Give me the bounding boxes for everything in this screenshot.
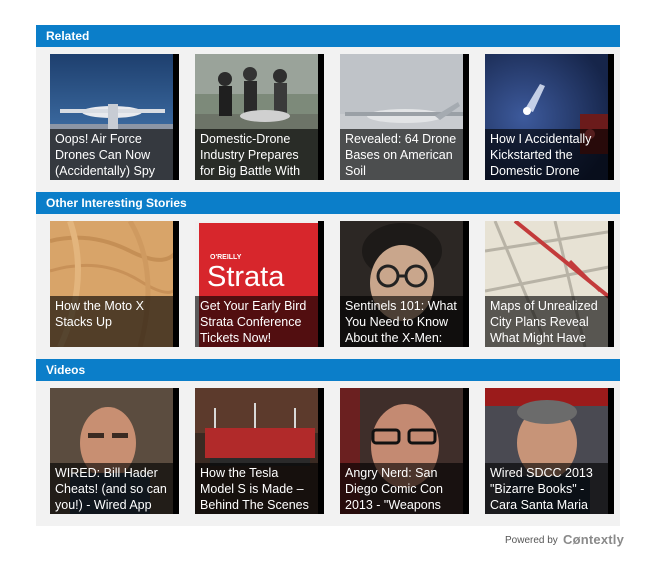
- card-caption: Get Your Early Bird Strata Conference Ti…: [195, 296, 318, 347]
- card-caption: How the Moto X Stacks Up: [50, 296, 173, 347]
- video-card[interactable]: How the Tesla Model S is Made – Behind T…: [195, 388, 324, 514]
- card-caption: Oops! Air Force Drones Can Now (Accident…: [50, 129, 173, 180]
- card-caption: How I Accidentally Kickstarted the Domes…: [485, 129, 608, 180]
- card-edge: [463, 54, 469, 180]
- card-caption: Angry Nerd: San Diego Comic Con 2013 - "…: [340, 463, 463, 514]
- section-title: Other Interesting Stories: [46, 196, 187, 210]
- story-card[interactable]: Revealed: 64 Drone Bases on American Soi…: [340, 54, 469, 180]
- strata-wordmark: Strata: [207, 261, 285, 293]
- card-edge: [463, 388, 469, 514]
- card-caption: Sentinels 101: What You Need to Know Abo…: [340, 296, 463, 347]
- strata-brand: O'REILLY: [210, 254, 242, 261]
- card-edge: [318, 221, 324, 347]
- story-card[interactable]: Maps of Unrealized City Plans Reveal Wha…: [485, 221, 614, 347]
- story-card[interactable]: Oops! Air Force Drones Can Now (Accident…: [50, 54, 179, 180]
- section-header-videos: Videos: [36, 359, 620, 381]
- card-edge: [608, 54, 614, 180]
- section-header-related: Related: [36, 25, 620, 47]
- card-edge: [173, 388, 179, 514]
- card-caption: Maps of Unrealized City Plans Reveal Wha…: [485, 296, 608, 347]
- story-card[interactable]: Domestic-Drone Industry Prepares for Big…: [195, 54, 324, 180]
- contextly-logo[interactable]: Cøntextly: [563, 532, 624, 547]
- video-card[interactable]: Wired SDCC 2013 "Bizarre Books" - Cara S…: [485, 388, 614, 514]
- video-card[interactable]: WIRED: Bill Hader Cheats! (and so can yo…: [50, 388, 179, 514]
- card-caption: Revealed: 64 Drone Bases on American Soi…: [340, 129, 463, 180]
- section-header-other-stories: Other Interesting Stories: [36, 192, 620, 214]
- card-edge: [463, 221, 469, 347]
- card-edge: [173, 54, 179, 180]
- video-card[interactable]: Angry Nerd: San Diego Comic Con 2013 - "…: [340, 388, 469, 514]
- card-caption: Domestic-Drone Industry Prepares for Big…: [195, 129, 318, 180]
- card-edge: [318, 54, 324, 180]
- card-caption: How the Tesla Model S is Made – Behind T…: [195, 463, 318, 514]
- story-card[interactable]: Sentinels 101: What You Need to Know Abo…: [340, 221, 469, 347]
- card-edge: [318, 388, 324, 514]
- story-card[interactable]: How the Moto X Stacks Up: [50, 221, 179, 347]
- card-caption: Wired SDCC 2013 "Bizarre Books" - Cara S…: [485, 463, 608, 514]
- card-edge: [608, 221, 614, 347]
- card-edge: [173, 221, 179, 347]
- story-card[interactable]: How I Accidentally Kickstarted the Domes…: [485, 54, 614, 180]
- powered-by-label: Powered by: [505, 535, 558, 546]
- section-title: Videos: [46, 363, 86, 377]
- section-title: Related: [46, 29, 90, 43]
- recommendation-widget: Related Oops! Air Force Drones Can Now (…: [36, 25, 620, 526]
- card-caption: WIRED: Bill Hader Cheats! (and so can yo…: [50, 463, 173, 514]
- story-card[interactable]: O'REILLY Strata Get Your Early Bird Stra…: [195, 221, 324, 347]
- card-edge: [608, 388, 614, 514]
